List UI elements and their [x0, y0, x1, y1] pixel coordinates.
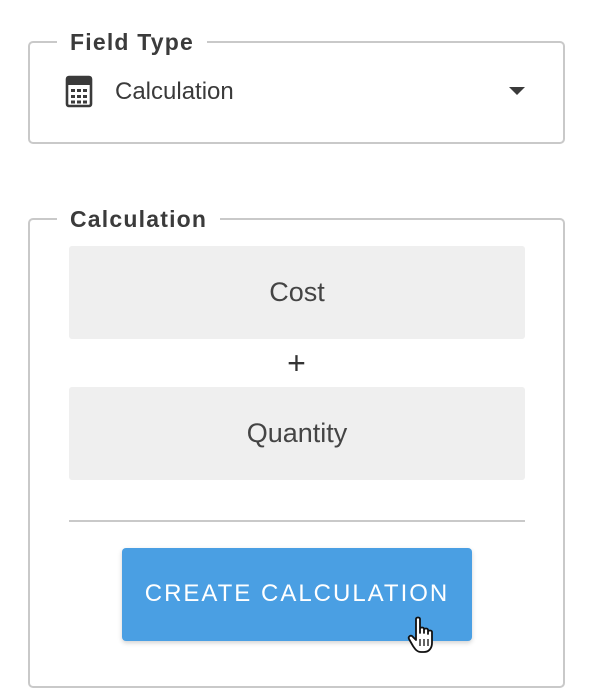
field-type-fieldset: Field Type Calculation	[28, 26, 565, 144]
create-calculation-button[interactable]: CREATE CALCULATION	[122, 548, 472, 641]
field-type-select[interactable]: Calculation	[30, 65, 563, 121]
operand-quantity[interactable]: Quantity	[69, 387, 525, 480]
calculation-fieldset: Calculation Cost + Quantity CREATE CALCU…	[28, 203, 565, 688]
field-type-value: Calculation	[115, 78, 234, 105]
calculation-legend: Calculation	[57, 203, 221, 235]
field-type-legend: Field Type	[57, 26, 208, 58]
divider	[69, 520, 525, 522]
chevron-down-icon[interactable]	[509, 87, 525, 95]
operator-plus[interactable]: +	[30, 345, 563, 381]
operand-cost[interactable]: Cost	[69, 246, 525, 339]
calculator-icon	[65, 75, 93, 108]
